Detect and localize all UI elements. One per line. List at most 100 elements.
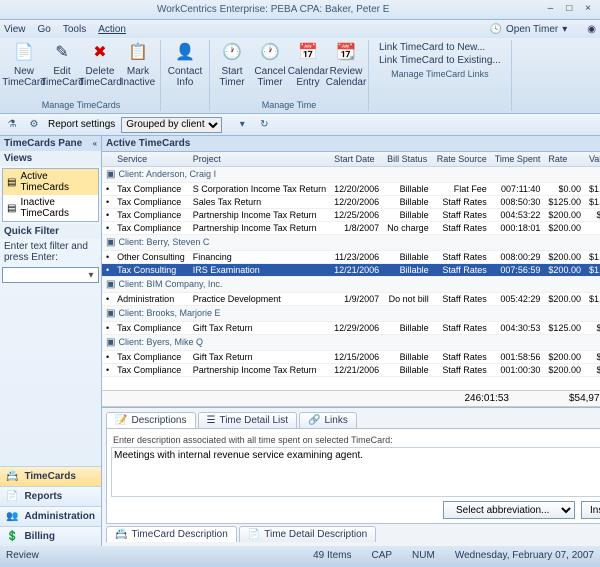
new-icon: 📄 (13, 42, 35, 64)
chevron-down-icon: ▾ (562, 24, 567, 35)
help-icon[interactable]: ◉ (587, 24, 596, 35)
total-value: $54,977.66 (569, 393, 600, 404)
maximize-icon[interactable]: □ (561, 3, 577, 17)
admin-icon: 👥 (6, 511, 18, 522)
title-bar: WorkCentrics Enterprise: PEBA CPA: Baker… (0, 0, 600, 20)
collapse-pane-icon[interactable]: « (93, 139, 97, 148)
minimize-icon[interactable]: – (542, 3, 558, 17)
review-calendar-button[interactable]: 📆Review Calendar (328, 40, 364, 99)
group-label-manage-time: Manage Time (214, 99, 364, 111)
abbreviation-select[interactable]: Select abbreviation... (443, 501, 575, 519)
tab-descriptions[interactable]: 📝Descriptions (106, 412, 195, 428)
list-icon: ☰ (207, 415, 216, 426)
table-row[interactable]: •Tax ComplianceSales Tax Return12/20/200… (102, 196, 600, 209)
table-row[interactable]: •Other ConsultingFinancing11/23/2006Bill… (102, 251, 600, 264)
delete-timecard-button[interactable]: ✖Delete TimeCard (82, 40, 118, 99)
column-header[interactable]: Project (189, 152, 330, 167)
nav-billing[interactable]: 💲Billing (0, 526, 101, 546)
cancel-timer-button[interactable]: 🕐Cancel Timer (252, 40, 288, 99)
description-textarea[interactable] (111, 447, 600, 497)
group-by-select[interactable]: Grouped by client (121, 117, 222, 133)
timecards-icon: 📇 (6, 471, 18, 482)
menu-tools[interactable]: Tools (63, 24, 86, 35)
group-row[interactable]: ▣ Client: Berry, Steven C (102, 235, 600, 251)
tab-timecard-description[interactable]: 📇TimeCard Description (106, 526, 237, 542)
menu-view[interactable]: View (4, 24, 26, 35)
tab-time-detail-list[interactable]: ☰Time Detail List (198, 412, 298, 428)
status-bar: Review 49 Items CAP NUM Wednesday, Febru… (0, 546, 600, 564)
window-controls: – □ × (542, 3, 596, 17)
table-row[interactable]: •Tax ComplianceGift Tax Return12/29/2006… (102, 322, 600, 335)
tab-links[interactable]: 🔗Links (299, 412, 357, 428)
reports-icon: 📄 (6, 491, 18, 502)
calendar-entry-button[interactable]: 📅Calendar Entry (290, 40, 326, 99)
settings-icon[interactable]: ▾ (234, 117, 250, 133)
link-new-button[interactable]: Link TimeCard to New... (379, 42, 501, 53)
new-timecard-button[interactable]: 📄New TimeCard (6, 40, 42, 99)
card-icon: ▤ (7, 177, 16, 188)
detail-icon: 📄 (248, 529, 260, 540)
description-hint: Enter description associated with all ti… (111, 433, 600, 447)
column-header[interactable]: Bill Status (383, 152, 433, 167)
filter-icon[interactable]: ⚗ (4, 117, 20, 133)
chevron-down-icon[interactable]: ▾ (84, 270, 98, 281)
totals-row: 246:01:53 $54,977.66 (102, 390, 600, 407)
cancel-timer-icon: 🕐 (259, 42, 281, 64)
review-calendar-icon: 📆 (335, 42, 357, 64)
table-row[interactable]: •Tax ConsultingIRS Examination12/21/2006… (102, 264, 600, 277)
column-header[interactable]: Start Date (330, 152, 383, 167)
nav-timecards[interactable]: 📇TimeCards (0, 466, 101, 486)
status-num: NUM (412, 550, 435, 561)
group-row[interactable]: ▣ Client: Brooks, Marjorie E (102, 306, 600, 322)
close-icon[interactable]: × (580, 3, 596, 17)
insert-button[interactable]: Insert (581, 501, 600, 519)
table-row[interactable]: •Tax ComplianceGift Tax Return12/15/2006… (102, 351, 600, 364)
view-active-timecards[interactable]: ▤Active TimeCards (3, 169, 98, 195)
status-left: Review (6, 550, 39, 561)
desc-icon: 📝 (115, 415, 127, 426)
menu-go[interactable]: Go (38, 24, 51, 35)
nav-administration[interactable]: 👥Administration (0, 506, 101, 526)
view-inactive-timecards[interactable]: ▤Inactive TimeCards (3, 195, 98, 221)
column-header[interactable]: Value (585, 152, 600, 167)
billing-icon: 💲 (6, 531, 18, 542)
link-existing-button[interactable]: Link TimeCard to Existing... (379, 55, 501, 66)
contact-info-button[interactable]: 👤Contact Info (165, 40, 205, 99)
table-row[interactable]: •Tax ComplianceS Corporation Income Tax … (102, 183, 600, 196)
table-row[interactable]: •Tax CompliancePartnership Income Tax Re… (102, 364, 600, 377)
menu-action[interactable]: Action (98, 24, 126, 35)
link-icon: 🔗 (308, 415, 320, 426)
group-row[interactable]: ▣ Client: Anderson, Craig I (102, 167, 600, 183)
column-header[interactable]: Time Spent (491, 152, 545, 167)
settings-bar: ⚗ ⚙ Report settings Grouped by client ▾ … (0, 114, 600, 136)
group-label-manage-timecards: Manage TimeCards (6, 99, 156, 111)
table-row[interactable]: •AdministrationPractice Development1/9/2… (102, 293, 600, 306)
column-header[interactable]: Rate Source (433, 152, 491, 167)
group-row[interactable]: ▣ Client: Byers, Mike Q (102, 335, 600, 351)
grid-title: Active TimeCards (102, 136, 600, 152)
inactive-icon: 📋 (127, 42, 149, 64)
status-cap: CAP (371, 550, 392, 561)
edit-icon: ✎ (51, 42, 73, 64)
timecards-grid[interactable]: ServiceProjectStart DateBill StatusRate … (102, 152, 600, 390)
column-header[interactable]: Rate (544, 152, 585, 167)
quick-filter-title: Quick Filter (0, 224, 101, 239)
open-timer-button[interactable]: 🕓 Open Timer ▾ (490, 24, 568, 35)
mark-inactive-button[interactable]: 📋Mark Inactive (120, 40, 156, 99)
filter2-icon[interactable]: ⚙ (26, 117, 42, 133)
contact-icon: 👤 (174, 42, 196, 64)
nav-reports[interactable]: 📄Reports (0, 486, 101, 506)
column-header[interactable]: Service (113, 152, 189, 167)
group-row[interactable]: ▣ Client: BIM Company, Inc. (102, 277, 600, 293)
edit-timecard-button[interactable]: ✎Edit TimeCard (44, 40, 80, 99)
refresh-icon[interactable]: ↻ (256, 117, 272, 133)
start-timer-button[interactable]: 🕐Start Timer (214, 40, 250, 99)
table-row[interactable]: •Tax CompliancePartnership Income Tax Re… (102, 209, 600, 222)
table-row[interactable]: •Tax CompliancePartnership Income Tax Re… (102, 222, 600, 235)
group-label-manage-links: Manage TimeCard Links (373, 68, 507, 80)
report-settings-label: Report settings (48, 119, 115, 130)
app-title: WorkCentrics Enterprise: PEBA CPA: Baker… (4, 4, 542, 15)
quick-filter-input[interactable]: ▾ (2, 267, 99, 283)
sidebar-title: TimeCards Pane « (0, 136, 101, 151)
tab-time-detail-description[interactable]: 📄Time Detail Description (239, 526, 376, 542)
